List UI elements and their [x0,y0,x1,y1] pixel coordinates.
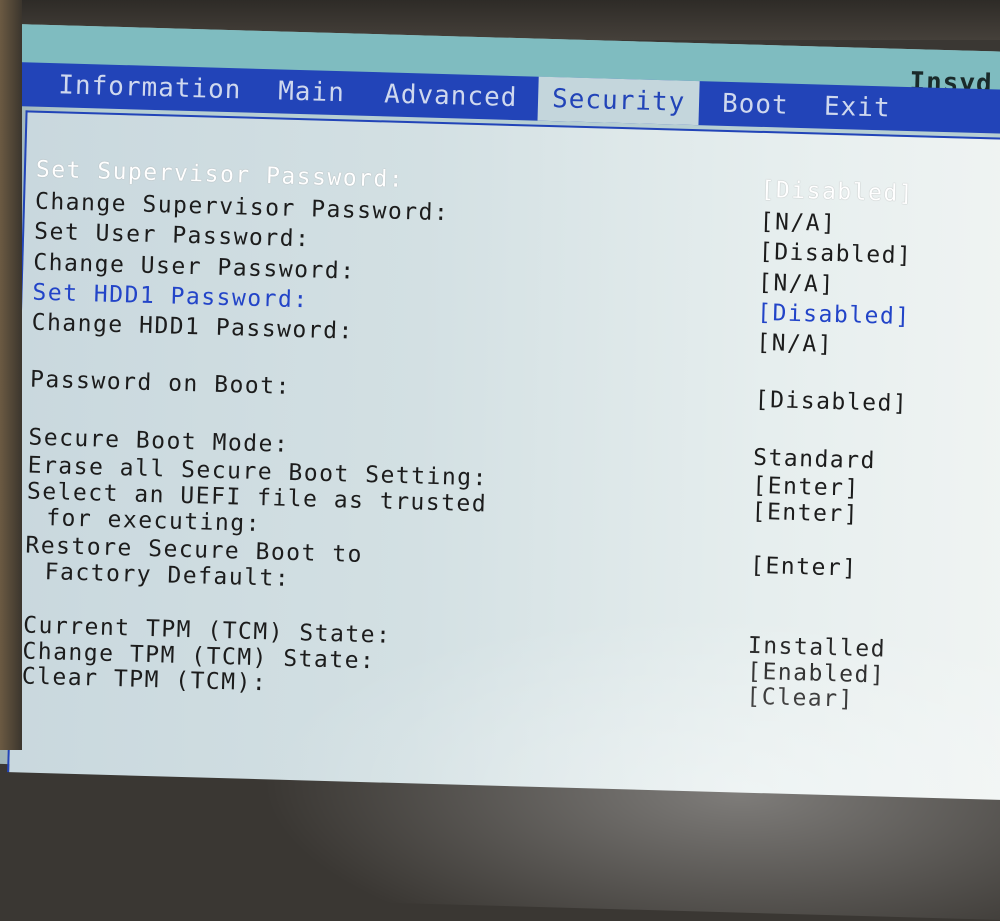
tab-information[interactable]: Information [44,63,256,113]
laptop-bezel-left [0,0,22,750]
setting-label: Password on Boot: [29,366,292,400]
bios-screen: Insyd Information Main Advanced Security… [0,24,1000,921]
setting-row-set-hdd1-password[interactable]: Set HDD1 Password: [Disabled] [23,279,1000,331]
setting-value: [N/A] [756,329,834,358]
setting-value: [N/A] [759,208,837,238]
setting-value: Standard [752,444,877,475]
setting-label: Set User Password: [33,218,311,253]
setting-value[interactable]: [Disabled] [760,177,914,207]
setting-value: [N/A] [757,269,836,299]
setting-row-current-tpm-state[interactable]: Current TPM (TCM) State: Installed [14,612,1000,662]
setting-row-restore-secure-boot[interactable]: Restore Secure Boot to Factory Default: … [16,532,1000,592]
setting-value[interactable]: [Enter] [751,499,859,528]
setting-value[interactable]: [Enter] [750,553,858,582]
setting-value[interactable]: [Clear] [746,684,854,713]
setting-value[interactable]: [Enter] [752,473,860,502]
setting-label: Restore Secure Boot to Factory Default: [24,533,363,594]
setting-value: Installed [747,632,887,663]
setting-value[interactable]: [Disabled] [757,300,911,330]
setting-row-secure-boot-mode[interactable]: Secure Boot Mode: Standard [19,424,1000,475]
tab-boot[interactable]: Boot [707,81,803,128]
setting-label: Set Supervisor Password: [35,156,405,193]
tab-main[interactable]: Main [264,69,360,116]
setting-label: Clear TPM (TCM): [21,663,268,697]
setting-row-set-supervisor-password[interactable]: Set Supervisor Password: [Disabled] [26,156,1000,208]
tab-exit[interactable]: Exit [809,84,905,131]
security-settings-panel: Set Supervisor Password: [Disabled] Chan… [7,110,1000,921]
tab-advanced[interactable]: Advanced [370,72,532,120]
setting-row-password-on-boot[interactable]: Password on Boot: [Disabled] [20,366,1000,418]
tab-security[interactable]: Security [537,76,700,126]
setting-value[interactable]: [Disabled] [754,387,908,417]
setting-label: Set HDD1 Password: [32,279,310,314]
setting-value[interactable]: [Disabled] [759,239,913,269]
setting-row-set-user-password[interactable]: Set User Password: [Disabled] [25,218,1000,270]
setting-label: Change User Password: [32,249,356,285]
setting-label: Change HDD1 Password: [31,309,355,345]
